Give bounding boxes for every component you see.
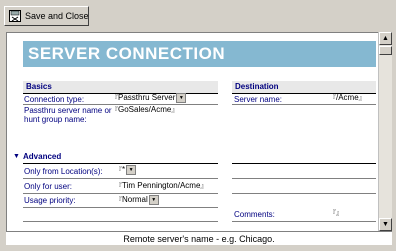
form-title-banner: SERVER CONNECTION [23,41,376,67]
connection-type-value: Passthru Server [118,93,176,103]
only-from-location-dropdown-icon[interactable]: ▼ [126,165,137,175]
server-name-hunt-label: Passthru server name or hunt group name: [24,106,112,124]
save-and-close-label: Save and Close [25,11,89,21]
usage-priority-value: Normal [122,195,148,205]
advanced-header-rule [23,163,218,164]
comments-rule [232,221,376,222]
only-from-location-label: Only from Location(s): [24,167,103,176]
destination-server-name-field[interactable]: 『/Acme』 [329,93,366,104]
right-rule-2 [232,193,376,194]
destination-rule [232,104,376,105]
usage-priority-rule [23,207,218,208]
bottom-left-rule [23,221,218,222]
server-name-hunt-value: GoSales/Acme [118,105,172,114]
scroll-thumb[interactable] [379,46,392,55]
comments-label: Comments: [234,210,275,219]
destination-server-name-label: Server name: [234,95,283,104]
connection-type-dropdown-icon[interactable]: ▼ [176,93,187,103]
only-from-location-rule [23,178,218,179]
only-for-user-value: Tim Pennington/Acme [122,181,201,190]
vertical-scrollbar[interactable]: ▲ ▼ [378,32,392,231]
usage-priority-label: Usage priority: [24,196,76,205]
scroll-down-icon[interactable]: ▼ [379,218,392,231]
horizontal-scroll-area [0,245,396,251]
save-and-close-button[interactable]: Save and Close [4,6,89,26]
connection-type-label: Connection type: [24,95,85,104]
only-for-user-rule [23,193,218,194]
server-name-hunt-field[interactable]: 『GoSales/Acme』 [111,105,178,116]
connection-type-field[interactable]: 『Passthru Server ▼ [111,93,187,104]
basics-section-header: Basics [23,81,218,93]
only-from-location-field[interactable]: 『* ▼ [115,165,137,176]
only-for-user-label: Only for user: [24,182,73,191]
advanced-section-header[interactable]: Advanced [23,152,61,161]
destination-section-header: Destination [232,81,376,93]
field-hint-bar: Remote server's name - e.g. Chicago. [6,231,392,246]
advanced-right-rule [232,163,376,164]
scroll-up-icon[interactable]: ▲ [379,32,392,45]
only-from-location-value: * [122,165,126,175]
usage-priority-dropdown-icon[interactable]: ▼ [148,195,159,205]
action-bar: Save and Close [0,0,396,32]
form-document: SERVER CONNECTION Basics Destination Con… [6,32,379,231]
only-for-user-field[interactable]: 『Tim Pennington/Acme』 [115,181,207,192]
save-close-icon [9,10,21,22]
advanced-collapse-icon[interactable]: ▼ [13,153,20,160]
usage-priority-field[interactable]: 『Normal ▼ [115,195,159,206]
destination-server-name-value: /Acme [336,93,359,102]
comments-field[interactable]: 『』 [329,208,343,219]
right-rule-1 [232,178,376,179]
